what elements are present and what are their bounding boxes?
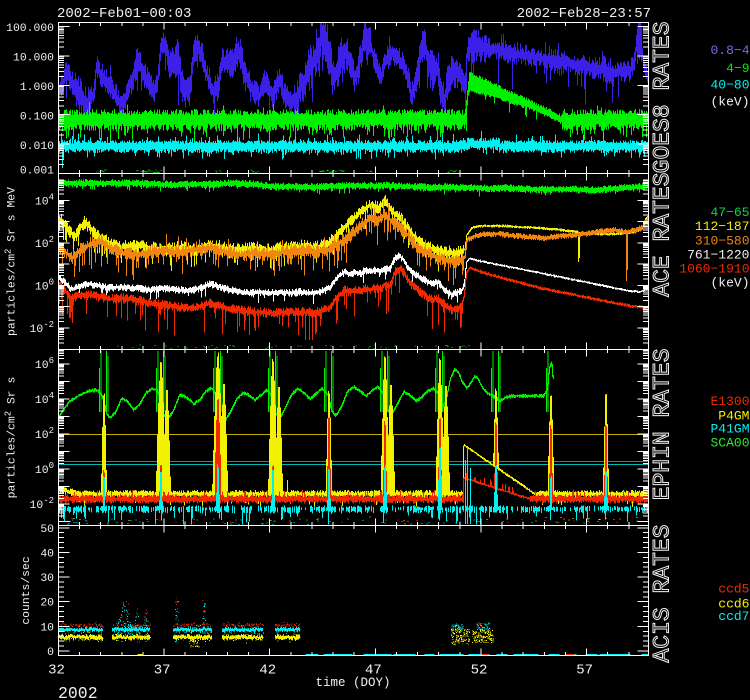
svg-text:2002−Feb28−23:57: 2002−Feb28−23:57 xyxy=(517,6,651,22)
svg-text:40: 40 xyxy=(40,548,54,560)
svg-text:GOES8 RATES: GOES8 RATES xyxy=(650,22,676,174)
svg-text:20: 20 xyxy=(40,598,54,610)
svg-text:50: 50 xyxy=(40,524,54,536)
svg-text:0.010: 0.010 xyxy=(20,141,54,153)
svg-text:(keV): (keV) xyxy=(710,95,749,110)
svg-text:47−65: 47−65 xyxy=(710,205,749,220)
svg-text:2002: 2002 xyxy=(58,684,98,700)
svg-text:112−187: 112−187 xyxy=(695,219,750,234)
svg-text:EPHIN RATES: EPHIN RATES xyxy=(650,349,676,501)
svg-text:761−1220: 761−1220 xyxy=(687,248,749,263)
svg-text:0.8−4: 0.8−4 xyxy=(710,43,749,58)
svg-text:1.000: 1.000 xyxy=(20,82,54,94)
svg-text:ACE RATES: ACE RATES xyxy=(650,173,676,297)
svg-text:ccd7: ccd7 xyxy=(718,609,749,624)
svg-text:counts/sec: counts/sec xyxy=(21,556,33,624)
svg-text:P41GM: P41GM xyxy=(710,422,749,437)
svg-text:ACIS RATES: ACIS RATES xyxy=(650,525,676,663)
svg-text:30: 30 xyxy=(40,573,54,585)
svg-text:100.000: 100.000 xyxy=(6,23,54,35)
svg-text:32: 32 xyxy=(48,663,65,679)
svg-text:4−9: 4−9 xyxy=(726,61,749,76)
svg-text:52: 52 xyxy=(471,663,488,679)
svg-text:42: 42 xyxy=(259,663,276,679)
svg-text:SCA00: SCA00 xyxy=(710,436,749,451)
svg-text:particles/cm2 Sr s MeV: particles/cm2 Sr s MeV xyxy=(4,187,19,336)
svg-text:10: 10 xyxy=(40,622,54,634)
svg-text:37: 37 xyxy=(154,663,171,679)
svg-text:10.000: 10.000 xyxy=(13,53,54,65)
svg-text:(keV): (keV) xyxy=(710,276,749,291)
svg-text:57: 57 xyxy=(576,663,593,679)
svg-text:40−80: 40−80 xyxy=(710,78,749,93)
svg-text:ccd5: ccd5 xyxy=(718,582,749,597)
svg-text:310−580: 310−580 xyxy=(695,234,750,249)
svg-text:0: 0 xyxy=(47,647,54,659)
svg-text:0.100: 0.100 xyxy=(20,112,54,124)
svg-text:E1300: E1300 xyxy=(710,394,749,409)
svg-text:particles/cm2 Sr s: particles/cm2 Sr s xyxy=(4,377,19,499)
svg-text:2002−Feb01−00:03: 2002−Feb01−00:03 xyxy=(57,6,191,22)
svg-text:1060−1910: 1060−1910 xyxy=(679,262,749,277)
svg-text:0.001: 0.001 xyxy=(20,166,54,178)
svg-text:time (DOY): time (DOY) xyxy=(315,676,390,690)
